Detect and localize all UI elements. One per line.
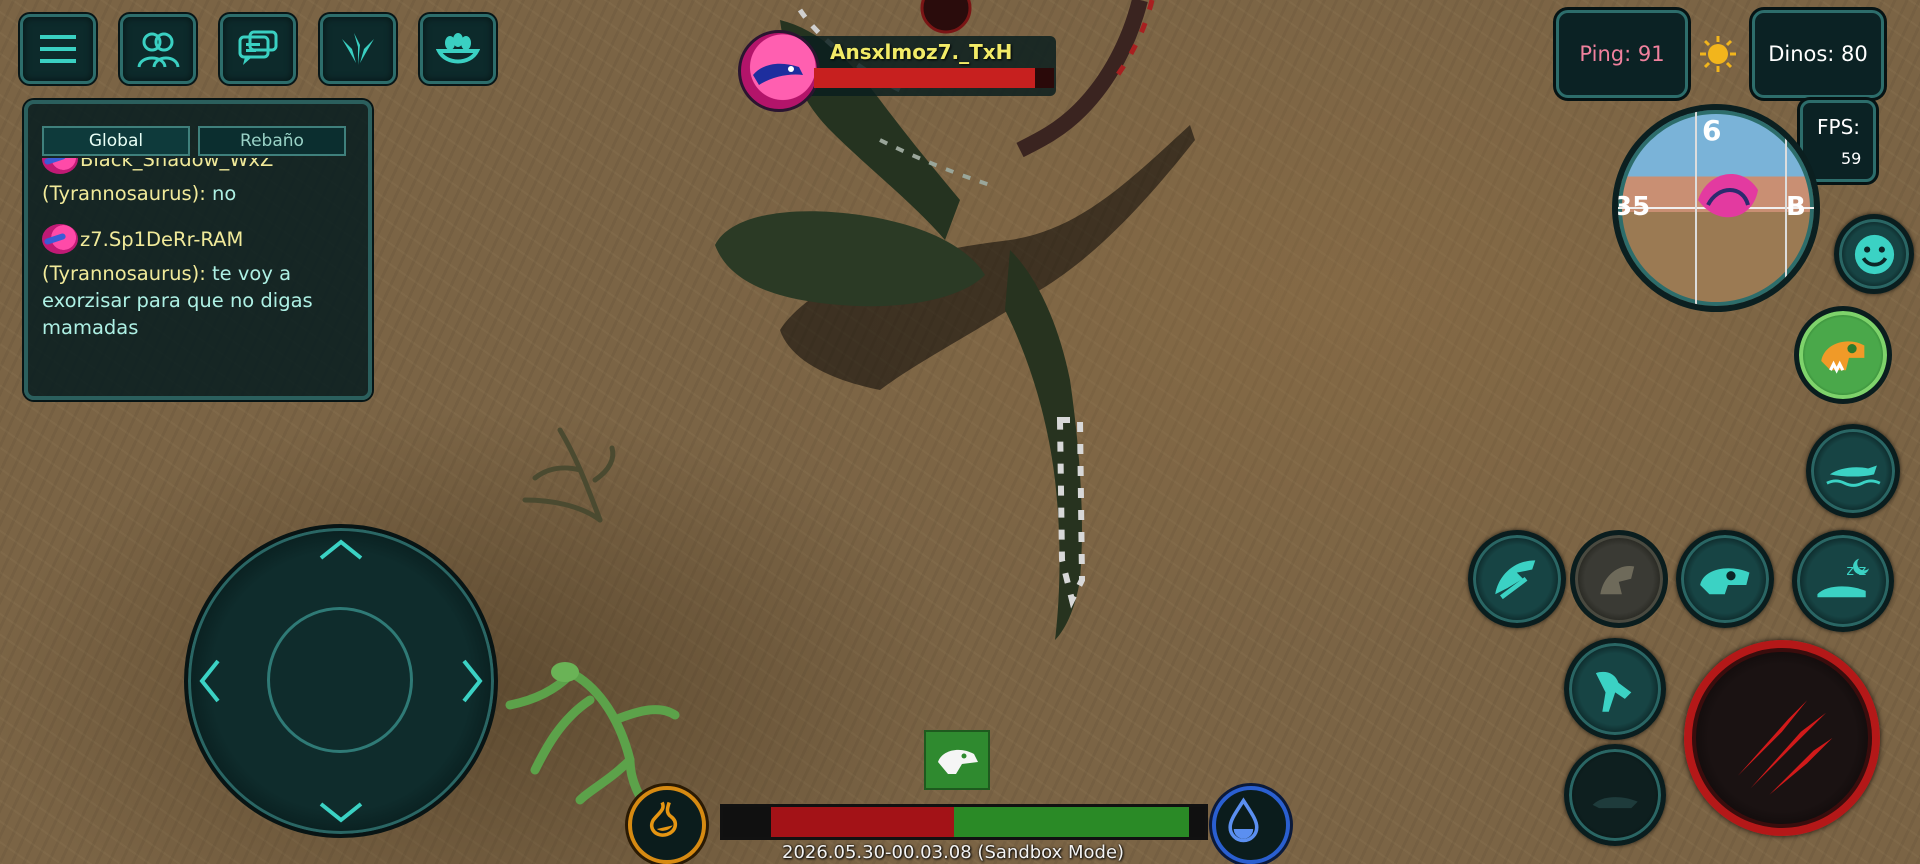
- chat-panel: Global Rebaño Black_Shadow_WxZ (Tyrannos…: [24, 100, 372, 400]
- t-rex-skull-icon: [1821, 341, 1865, 374]
- compass-mark-right: B: [1786, 192, 1806, 222]
- nest-button[interactable]: [420, 14, 496, 84]
- joystick-arrows: [199, 539, 483, 823]
- water-drop-icon: [1228, 797, 1259, 843]
- thirst-indicator: [1212, 786, 1290, 864]
- crouch-button[interactable]: [1564, 744, 1666, 846]
- fps-label: FPS:: [1817, 115, 1860, 139]
- water-bar-fill: [954, 807, 1189, 837]
- food-water-bar: [720, 804, 1208, 840]
- dinos-counter: Dinos: 80: [1752, 10, 1884, 98]
- hamburger-icon: [40, 35, 76, 63]
- ping-label: Ping: 91: [1579, 42, 1665, 66]
- chat-icon: [238, 30, 278, 65]
- nameplate-health-fill: [814, 68, 1035, 88]
- dino-head-icon: [753, 63, 803, 85]
- friends-icon: [137, 32, 180, 68]
- chat-player-name: Black_Shadow_WxZ: [80, 158, 274, 171]
- nameplate-health-track: [814, 68, 1054, 88]
- fps-value: 59: [1841, 149, 1862, 168]
- velociraptor-head-icon: [938, 749, 978, 774]
- emote-button[interactable]: [1834, 214, 1914, 294]
- skull-icon: [1700, 568, 1750, 595]
- claw-icon: [342, 33, 374, 65]
- swimming-dino-icon: [1825, 465, 1881, 487]
- food-bar-fill: [771, 807, 955, 837]
- swim-button[interactable]: [1806, 424, 1900, 518]
- movement-joystick[interactable]: [184, 524, 498, 838]
- chat-message: z7.Sp1DeRr-RAM (Tyrannosaurus): te voy a…: [42, 224, 358, 341]
- chat-species: (Tyrannosaurus):: [42, 262, 206, 285]
- chat-text: no: [212, 182, 237, 205]
- claw-scratch-icon: [1737, 700, 1833, 795]
- crouch-icon: [1592, 796, 1638, 808]
- chat-message-text: (Tyrannosaurus): no: [42, 180, 358, 207]
- skull-button[interactable]: [1676, 530, 1774, 628]
- skills-button[interactable]: [320, 14, 396, 84]
- attack-button[interactable]: [1684, 640, 1880, 836]
- arrow-up-icon: [319, 539, 363, 560]
- bite-icon: [1495, 560, 1536, 600]
- call-button[interactable]: [1570, 530, 1668, 628]
- bite-button[interactable]: [1468, 530, 1566, 628]
- hunger-indicator: [628, 786, 706, 864]
- sleep-icon: z z: [1817, 558, 1869, 598]
- arrow-left-icon: [199, 659, 220, 703]
- nameplate-name: Ansxlmoz7._TxH: [830, 40, 1013, 64]
- nest-icon: [436, 33, 480, 64]
- smiley-icon: [1854, 234, 1894, 274]
- friends-button[interactable]: [120, 14, 196, 84]
- compass-mark-left: 35: [1614, 192, 1651, 222]
- server-timestamp: 2026.05.30-00.03.08 (Sandbox Mode): [782, 842, 1125, 863]
- dry-plant: [522, 427, 616, 523]
- sun-icon: [1700, 36, 1736, 72]
- compass-minimap[interactable]: 6 35 B: [1612, 104, 1820, 312]
- stomach-icon: [649, 801, 678, 837]
- chat-tabs: Global Rebaño: [42, 126, 346, 156]
- sprint-button[interactable]: [1564, 638, 1666, 740]
- arrow-right-icon: [462, 659, 483, 703]
- tab-rebano[interactable]: Rebaño: [198, 126, 346, 156]
- selected-species-icon[interactable]: [924, 730, 990, 790]
- green-creature: [505, 662, 680, 815]
- ping-indicator: Ping: 91: [1556, 10, 1688, 98]
- chat-messages[interactable]: Black_Shadow_WxZ (Tyrannosaurus): no z7.…: [42, 158, 358, 376]
- compass-mark-top: 6: [1702, 114, 1722, 147]
- bone-marker: [920, 0, 972, 34]
- arrow-down-icon: [319, 802, 363, 823]
- dinos-label: Dinos: 80: [1768, 42, 1868, 66]
- chat-player-row: Black_Shadow_WxZ: [42, 158, 358, 174]
- sleep-button[interactable]: z z: [1792, 530, 1894, 632]
- roar-icon: [1600, 566, 1635, 595]
- chat-message: Black_Shadow_WxZ (Tyrannosaurus): no: [42, 158, 358, 207]
- running-dino-icon: [1595, 671, 1632, 712]
- nameplate-avatar: [738, 30, 820, 112]
- dino-select-button[interactable]: [1794, 306, 1892, 404]
- menu-button[interactable]: [20, 14, 96, 84]
- chat-message-text: (Tyrannosaurus): te voy a exorzisar para…: [42, 260, 358, 341]
- player-avatar: [42, 224, 78, 254]
- chat-player-name: z7.Sp1DeRr-RAM: [80, 227, 244, 251]
- tab-global[interactable]: Global: [42, 126, 190, 156]
- chat-species: (Tyrannosaurus):: [42, 182, 206, 205]
- player-avatar: [42, 158, 78, 174]
- player-nameplate: Ansxlmoz7._TxH: [738, 30, 1068, 112]
- chat-player-row: z7.Sp1DeRr-RAM: [42, 224, 358, 254]
- chat-button[interactable]: [220, 14, 296, 84]
